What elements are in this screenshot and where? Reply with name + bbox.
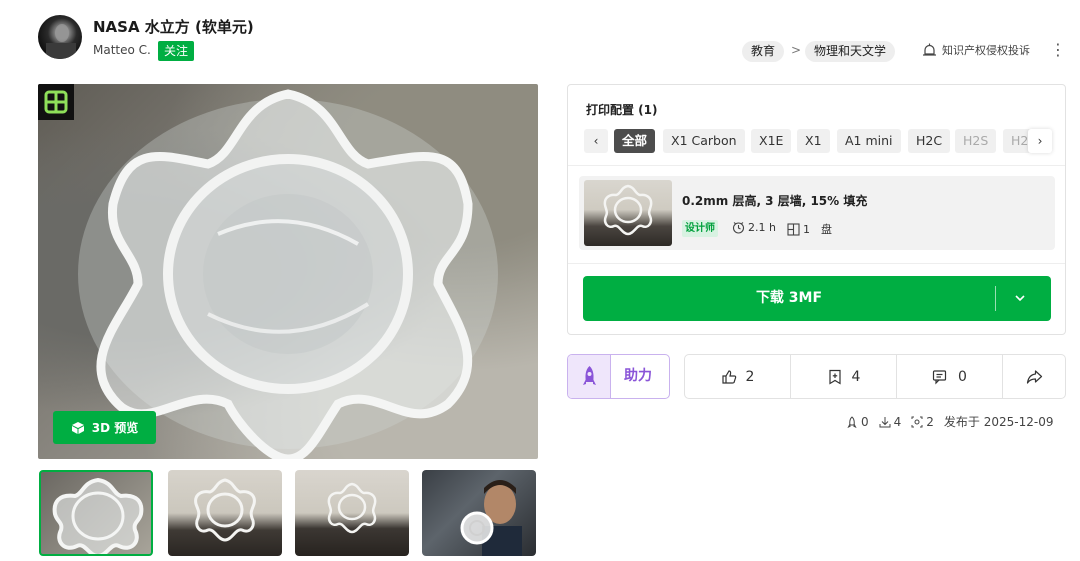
rocket-icon	[568, 355, 611, 398]
profile-name: 0.2mm 层高, 3 层墙, 15% 填充	[682, 194, 868, 208]
print-time: 2.1 h	[732, 221, 776, 234]
chevron-right-icon[interactable]: ›	[1028, 129, 1052, 153]
like-button[interactable]: 2	[685, 355, 791, 398]
printer-tab-h2s[interactable]: H2S	[955, 129, 997, 153]
more-menu-icon[interactable]: ⋮	[1050, 40, 1066, 59]
3d-preview-button[interactable]: 3D 预览	[53, 411, 156, 444]
breadcrumb-separator: >	[791, 43, 802, 57]
designer-badge: 设计师	[682, 220, 718, 237]
download-label: 下载 3MF	[755, 290, 823, 306]
boost-label: 助力	[624, 368, 652, 384]
main-model-image[interactable]: 3D 预览	[38, 84, 538, 459]
cube-icon	[71, 421, 84, 434]
boost-stat-value: 0	[861, 414, 869, 429]
printer-icon	[911, 416, 923, 427]
print-time-value: 2.1 h	[748, 221, 776, 234]
download-stat: 4	[879, 414, 902, 429]
boost-stat: 0	[846, 415, 869, 429]
breadcrumb-physics[interactable]: 物理和天文学	[805, 41, 896, 62]
thumbnail-4[interactable]	[422, 470, 536, 556]
card-divider	[568, 263, 1065, 264]
chevron-left-icon[interactable]: ‹	[584, 129, 608, 153]
profile-thumbnail	[584, 180, 672, 246]
comment-icon	[932, 369, 947, 384]
author-avatar[interactable]	[38, 15, 82, 59]
share-button[interactable]	[1003, 355, 1065, 398]
engagement-bar: 2 4 0	[684, 354, 1066, 399]
comment-button[interactable]: 0	[897, 355, 1003, 398]
like-count: 2	[745, 368, 755, 385]
comment-count: 0	[958, 368, 967, 385]
printer-tab-all[interactable]: 全部	[614, 129, 656, 153]
printer-tab-a1-mini[interactable]: A1 mini	[837, 129, 901, 153]
printer-tab-x1-carbon[interactable]: X1 Carbon	[663, 129, 745, 153]
chevron-down-icon[interactable]	[1013, 290, 1027, 306]
plate-unit: 盘	[821, 223, 832, 236]
follow-button[interactable]: 关注	[158, 41, 195, 61]
download-separator	[995, 286, 996, 311]
card-divider	[568, 165, 1065, 166]
3d-preview-label: 3D 预览	[91, 421, 139, 435]
clock-icon	[732, 222, 745, 234]
collect-count: 4	[851, 368, 861, 385]
brand-logo-icon	[38, 84, 74, 120]
model-stats: 0 4 2 发布于 2025-12-09	[846, 413, 1053, 430]
boost-button[interactable]: 助力	[567, 354, 670, 399]
collect-button[interactable]: 4	[791, 355, 897, 398]
printer-tab-x1e[interactable]: X1E	[751, 129, 792, 153]
model-title: NASA 水立方 (软单元)	[93, 18, 254, 36]
download-stat-value: 4	[893, 414, 902, 429]
report-link[interactable]: 知识产权侵权投诉	[922, 42, 1030, 58]
report-label: 知识产权侵权投诉	[942, 44, 1030, 57]
bookmark-add-icon	[828, 369, 841, 385]
share-icon	[1026, 369, 1042, 384]
print-stat: 2	[911, 415, 934, 429]
thumbnail-2[interactable]	[168, 470, 282, 556]
plate-count-value: 1	[803, 222, 810, 236]
print-profile-item[interactable]: 0.2mm 层高, 3 层墙, 15% 填充 设计师 2.1 h 1 盘	[579, 176, 1055, 250]
breadcrumb-education[interactable]: 教育	[742, 41, 785, 62]
print-stat-value: 2	[926, 414, 934, 429]
print-profile-title: 打印配置 (1)	[586, 103, 658, 117]
thumbnail-3[interactable]	[295, 470, 409, 556]
printer-tab-x1[interactable]: X1	[797, 129, 830, 153]
plate-icon	[787, 222, 800, 236]
thumbs-up-icon	[721, 369, 736, 384]
download-3mf-button[interactable]: 下载 3MF	[583, 276, 1051, 321]
download-icon	[879, 416, 891, 427]
thumbnail-1[interactable]	[39, 470, 153, 556]
rocket-outline-icon	[847, 415, 857, 428]
alarm-icon	[923, 43, 936, 56]
print-profile-card: 打印配置 (1) ‹ 全部 X1 Carbon X1E X1 A1 mini H…	[567, 84, 1066, 335]
author-name[interactable]: Matteo C.	[93, 43, 151, 57]
publish-date: 发布于 2025-12-09	[943, 415, 1054, 429]
plate-count: 1 盘	[787, 221, 832, 237]
printer-filter-bar: 全部 X1 Carbon X1E X1 A1 mini H2C H2S H2	[614, 129, 1034, 153]
printer-tab-h2c[interactable]: H2C	[908, 129, 951, 153]
